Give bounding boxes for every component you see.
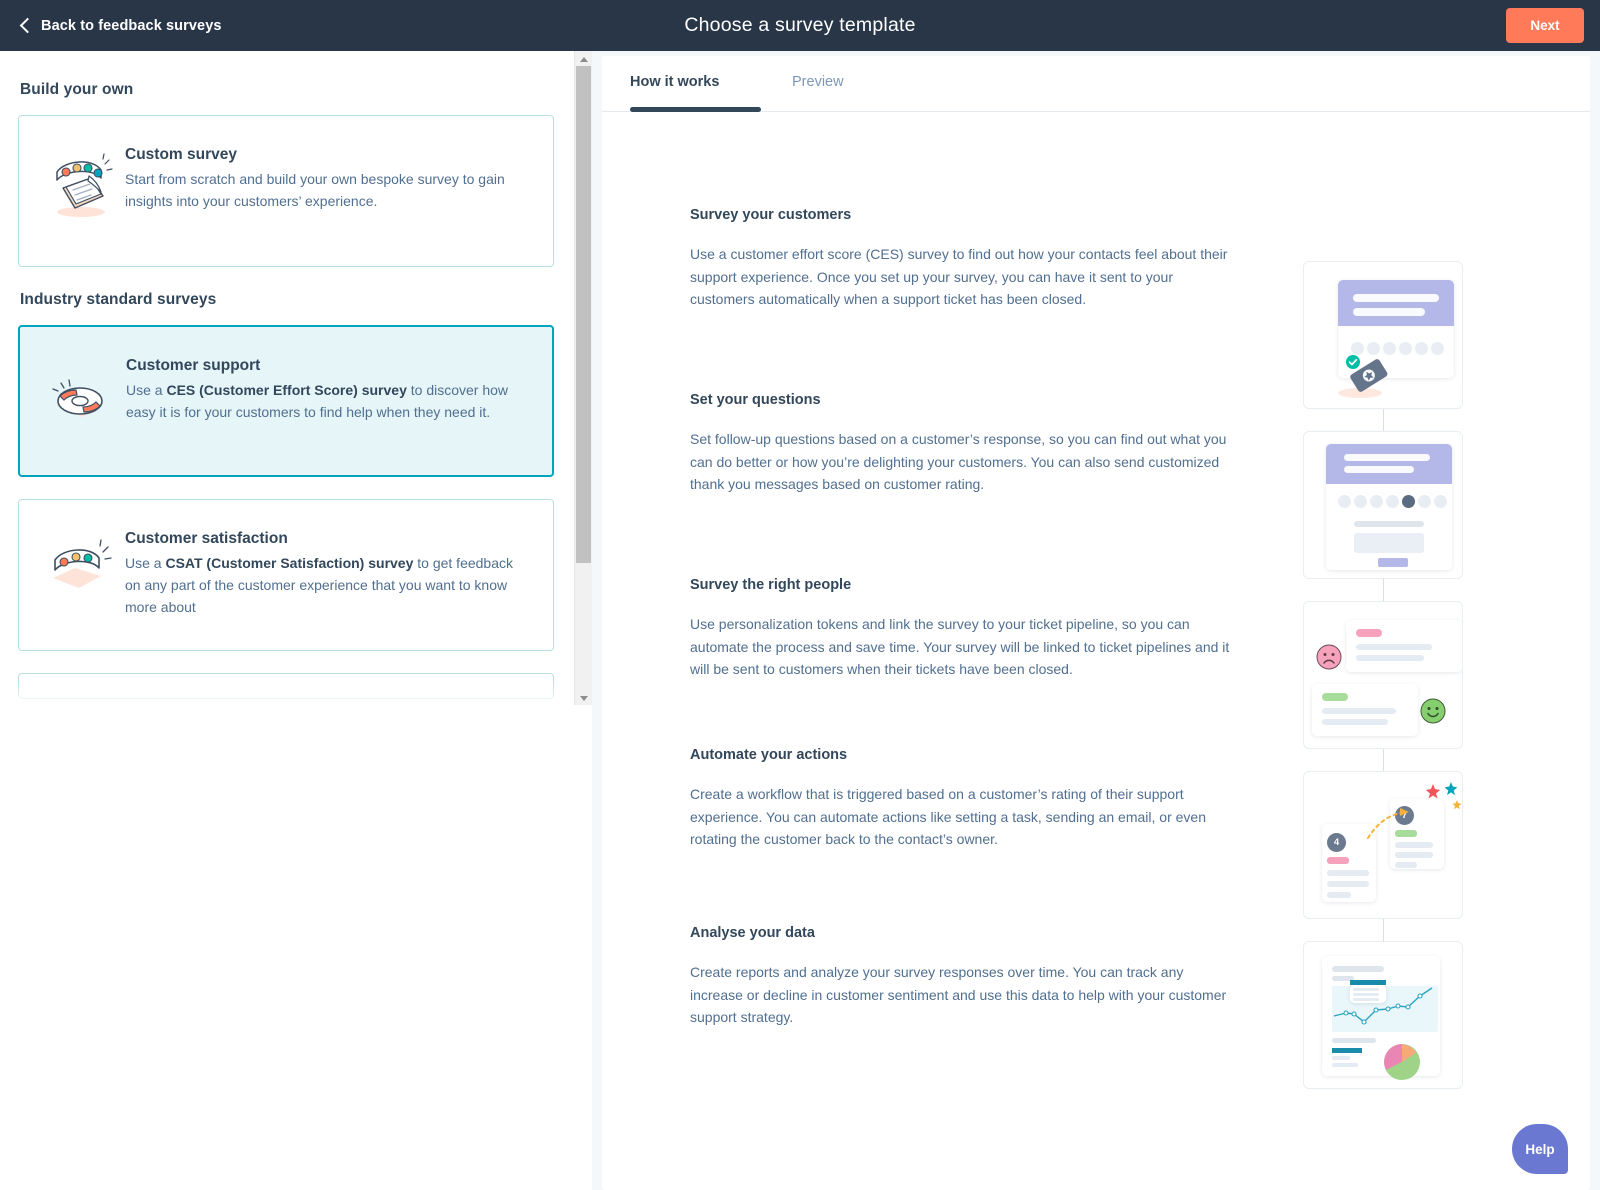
step-body: Use personalization tokens and link the … bbox=[690, 613, 1230, 681]
satisfaction-face-icon bbox=[43, 528, 117, 613]
page-title: Choose a survey template bbox=[0, 14, 1600, 37]
step-heading: Analyse your data bbox=[690, 925, 1250, 941]
template-list-scrollbar[interactable] bbox=[574, 51, 592, 705]
survey-form-ticket-illustration bbox=[1303, 261, 1463, 409]
template-card-title: Customer support bbox=[126, 357, 530, 375]
template-card-partial[interactable] bbox=[18, 673, 554, 699]
illustration-column: 4 7 bbox=[1303, 261, 1463, 1089]
workflow-cards-illustration: 4 7 bbox=[1303, 771, 1463, 919]
step-heading: Set your questions bbox=[690, 392, 1250, 408]
workflow-card-number: 4 bbox=[1328, 834, 1345, 851]
section-title-build-your-own: Build your own bbox=[20, 81, 554, 99]
triangle-up-icon bbox=[580, 57, 588, 62]
illustration-connector bbox=[1303, 579, 1463, 601]
desc-bold: CES (Customer Effort Score) survey bbox=[166, 382, 406, 398]
top-bar: Back to feedback surveys Choose a survey… bbox=[0, 0, 1600, 51]
template-card-description: Use a CES (Customer Effort Score) survey… bbox=[126, 379, 530, 423]
template-list-panel: Build your own bbox=[0, 51, 592, 705]
template-card-title: Customer satisfaction bbox=[125, 530, 531, 548]
template-card-custom-survey[interactable]: Custom survey Start from scratch and bui… bbox=[18, 115, 554, 267]
chevron-left-icon bbox=[18, 19, 32, 33]
sentiment-faces-illustration bbox=[1303, 601, 1463, 749]
detail-tabs: How it works Preview bbox=[602, 56, 1590, 112]
scrollbar-up-button[interactable] bbox=[575, 51, 592, 66]
triangle-down-icon bbox=[580, 696, 588, 701]
step-body: Create a workflow that is triggered base… bbox=[690, 783, 1230, 851]
scrollbar-thumb[interactable] bbox=[576, 66, 591, 563]
scrollbar-down-button[interactable] bbox=[575, 690, 592, 705]
step-body: Use a customer effort score (CES) survey… bbox=[690, 243, 1230, 311]
step-heading: Automate your actions bbox=[690, 747, 1250, 763]
step-heading: Survey your customers bbox=[690, 207, 1250, 223]
desc-bold: CSAT (Customer Satisfaction) survey bbox=[165, 555, 413, 571]
detail-panel: How it works Preview Survey your custome… bbox=[592, 51, 1600, 1190]
help-button[interactable]: Help bbox=[1512, 1124, 1568, 1174]
back-link-label: Back to feedback surveys bbox=[41, 18, 222, 34]
content-area: Build your own bbox=[0, 51, 1600, 1190]
desc-pre: Use a bbox=[125, 555, 165, 571]
custom-survey-clipboard-icon bbox=[43, 144, 117, 229]
template-card-description: Start from scratch and build your own be… bbox=[125, 168, 531, 212]
next-button[interactable]: Next bbox=[1506, 8, 1584, 43]
desc-pre: Use a bbox=[126, 382, 166, 398]
illustration-connector bbox=[1303, 919, 1463, 941]
tab-how-it-works[interactable]: How it works bbox=[630, 74, 719, 107]
section-title-industry-standard: Industry standard surveys bbox=[20, 291, 554, 309]
template-card-customer-satisfaction[interactable]: Customer satisfaction Use a CSAT (Custom… bbox=[18, 499, 554, 651]
template-card-description: Use a CSAT (Customer Satisfaction) surve… bbox=[125, 552, 531, 618]
step-body: Set follow-up questions based on a custo… bbox=[690, 428, 1230, 496]
template-card-customer-support[interactable]: Customer support Use a CES (Customer Eff… bbox=[18, 325, 554, 477]
template-card-title: Custom survey bbox=[125, 146, 531, 164]
tab-preview[interactable]: Preview bbox=[792, 74, 844, 107]
illustration-connector bbox=[1303, 749, 1463, 771]
back-to-feedback-surveys-link[interactable]: Back to feedback surveys bbox=[18, 18, 222, 34]
step-body: Create reports and analyze your survey r… bbox=[690, 961, 1230, 1029]
lifebuoy-icon bbox=[44, 355, 118, 440]
report-chart-illustration bbox=[1303, 941, 1463, 1089]
step-heading: Survey the right people bbox=[690, 577, 1250, 593]
illustration-connector bbox=[1303, 409, 1463, 431]
detail-card: How it works Preview Survey your custome… bbox=[602, 56, 1590, 1190]
follow-up-question-illustration bbox=[1303, 431, 1463, 579]
